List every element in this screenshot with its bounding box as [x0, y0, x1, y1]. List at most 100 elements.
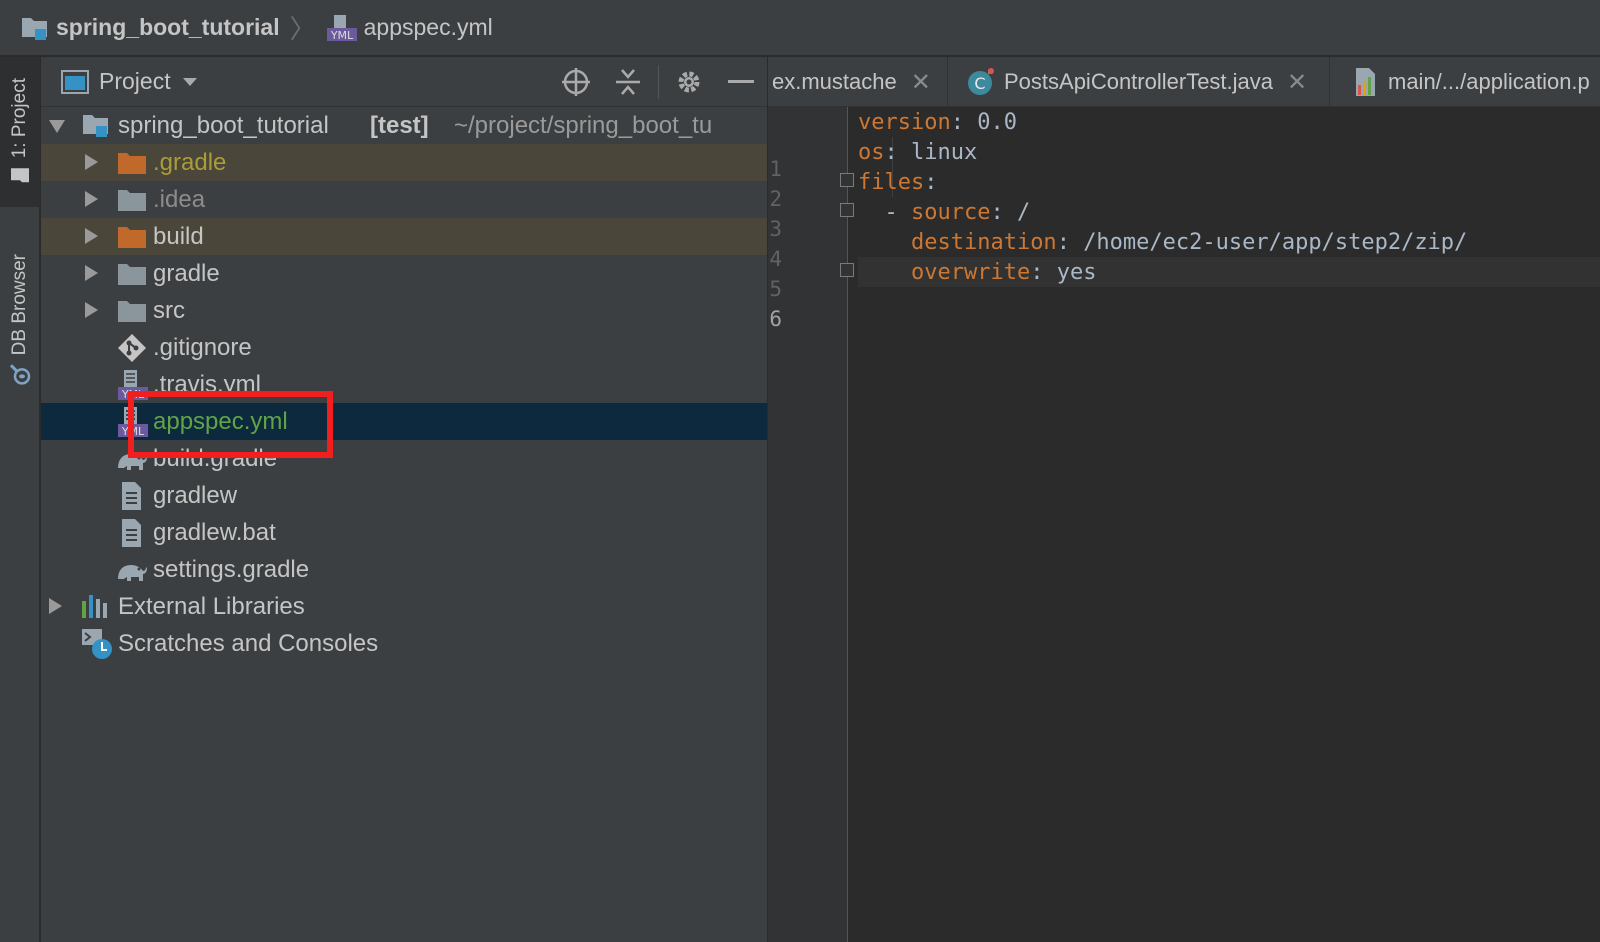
folder-icon	[117, 187, 147, 213]
line-number: 3	[769, 217, 782, 241]
close-icon[interactable]: ✕	[911, 68, 931, 97]
line-number: 2	[769, 187, 782, 211]
root-path: ~/project/spring_boot_tu	[454, 111, 713, 139]
collapse-all-button[interactable]	[602, 57, 654, 107]
project-panel: Project spring_boot_tutorial [test] ~/pr…	[41, 57, 767, 942]
text-file-icon	[119, 518, 143, 548]
breadcrumb-root-label: spring_boot_tutorial	[56, 14, 280, 40]
tab-application-properties[interactable]: main/.../application.p	[1330, 57, 1600, 106]
tree-item-gradle[interactable]: gradle	[41, 255, 767, 292]
line-number: 4	[769, 247, 782, 271]
excluded-folder-icon	[117, 224, 147, 250]
line-number: 1	[769, 157, 782, 181]
tree-item-label: .gradle	[153, 148, 227, 176]
close-icon[interactable]: ✕	[1287, 68, 1307, 97]
tree-item-build[interactable]: build	[41, 218, 767, 255]
java-class-icon: C	[968, 68, 994, 95]
tree-item-idea[interactable]: .idea	[41, 181, 767, 218]
libraries-icon	[81, 593, 111, 619]
line-number-gutter: 1 2 3 4 5 6	[768, 107, 854, 942]
breadcrumb-file[interactable]: YML appspec.yml	[326, 13, 493, 43]
tree-item-scratches[interactable]: Scratches and Consoles	[41, 625, 767, 662]
fold-marker-icon[interactable]	[840, 173, 854, 187]
scratches-icon	[81, 628, 113, 660]
fold-marker-icon[interactable]	[840, 203, 854, 217]
tree-item-label: gradlew.bat	[153, 518, 276, 546]
code-line: version: 0.0	[858, 109, 1017, 135]
tree-item-settings-gradle[interactable]: settings.gradle	[41, 551, 767, 588]
text-file-icon	[119, 481, 143, 511]
tree-item-label: gradle	[153, 259, 220, 287]
tab-project-label: 1: Project	[9, 77, 30, 159]
line-number: 5	[769, 277, 782, 301]
tree-item-label: .idea	[153, 185, 206, 213]
tab-db-browser[interactable]: DB Browser	[0, 235, 40, 405]
hide-panel-button[interactable]	[715, 57, 767, 107]
tab-label: PostsApiControllerTest.java	[1004, 69, 1274, 94]
tab-index-mustache[interactable]: ex.mustache ✕	[768, 57, 948, 106]
highlight-annotation-box	[128, 391, 333, 458]
tree-item-label: .gitignore	[153, 333, 252, 361]
minimize-icon	[728, 80, 754, 83]
expand-arrow-icon[interactable]	[49, 598, 62, 614]
tab-posts-api-controller-test[interactable]: C PostsApiControllerTest.java ✕	[948, 57, 1330, 106]
root-name: spring_boot_tutorial	[118, 111, 329, 139]
expand-arrow-icon[interactable]	[85, 302, 98, 318]
tree-item-src[interactable]: src	[41, 292, 767, 329]
tree-item-label: settings.gradle	[153, 555, 310, 583]
project-view-selector[interactable]: Project	[99, 68, 171, 95]
expand-arrow-icon[interactable]	[85, 154, 98, 170]
expand-arrow-icon[interactable]	[85, 191, 98, 207]
properties-file-icon	[1356, 68, 1375, 96]
folder-icon	[117, 298, 147, 324]
navigation-bar: spring_boot_tutorial 〉 YML appspec.yml	[0, 0, 1600, 56]
code-line-current: overwrite: yes	[858, 257, 1600, 287]
editor-area: ex.mustache ✕ C PostsApiControllerTest.j…	[768, 57, 1600, 942]
project-view-icon	[61, 69, 89, 94]
tree-item-label: External Libraries	[118, 592, 305, 620]
expand-arrow-icon[interactable]	[85, 265, 98, 281]
tab-project-toolwindow[interactable]: 1: Project	[0, 57, 40, 207]
db-browser-icon	[9, 364, 31, 385]
tree-item-gradlew-bat[interactable]: gradlew.bat	[41, 514, 767, 551]
tree-item-label: src	[153, 296, 185, 324]
folder-icon	[117, 261, 147, 287]
tree-item-gradle-cache[interactable]: .gradle	[41, 144, 767, 181]
gradle-elephant-icon	[115, 557, 147, 583]
line-number-current: 6	[769, 307, 782, 331]
yaml-file-icon: YML	[326, 14, 357, 42]
code-line: os: linux	[858, 139, 978, 165]
breadcrumb-file-label: appspec.yml	[363, 14, 493, 40]
fold-marker-icon[interactable]	[840, 263, 854, 277]
tool-window-strip: 1: Project DB Browser	[0, 57, 40, 942]
project-panel-header: Project	[41, 57, 767, 107]
editor-tab-bar: ex.mustache ✕ C PostsApiControllerTest.j…	[768, 57, 1600, 107]
chevron-down-icon[interactable]	[182, 77, 197, 86]
expand-arrow-icon[interactable]	[85, 228, 98, 244]
code-line: destination: /home/ec2-user/app/step2/zi…	[910, 229, 1468, 255]
tree-item-gitignore[interactable]: .gitignore	[41, 329, 767, 366]
crosshair-icon	[562, 68, 590, 96]
project-folder-icon	[22, 17, 47, 40]
tree-item-label: Scratches and Consoles	[118, 629, 379, 657]
tree-item-external-libraries[interactable]: External Libraries	[41, 588, 767, 625]
tree-item-label: gradlew	[153, 481, 238, 509]
locate-file-button[interactable]	[550, 57, 602, 107]
tree-root[interactable]: spring_boot_tutorial [test] ~/project/sp…	[41, 107, 767, 144]
tree-item-gradlew[interactable]: gradlew	[41, 477, 767, 514]
svg-text:C: C	[974, 74, 985, 93]
tab-label: ex.mustache	[772, 69, 897, 94]
tab-label: main/.../application.p	[1388, 69, 1590, 94]
settings-button[interactable]	[663, 57, 715, 107]
toolbar-divider	[658, 65, 659, 99]
svg-text:YML: YML	[329, 29, 353, 42]
gear-icon	[678, 71, 700, 93]
git-file-icon	[117, 333, 147, 363]
excluded-folder-icon	[117, 150, 147, 176]
breadcrumb-separator: 〉	[289, 14, 316, 44]
tree-item-label: build	[153, 222, 204, 250]
expand-arrow-icon[interactable]	[49, 120, 65, 133]
breadcrumb-root[interactable]: spring_boot_tutorial	[20, 14, 280, 42]
module-folder-icon	[81, 111, 111, 139]
tab-db-browser-label: DB Browser	[9, 254, 30, 356]
